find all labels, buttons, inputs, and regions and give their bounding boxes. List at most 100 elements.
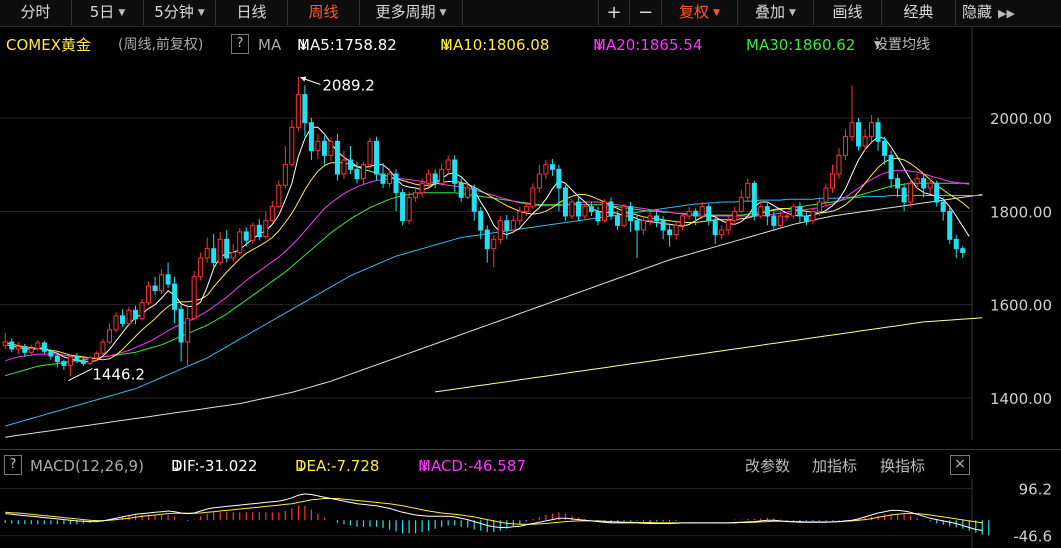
candle — [126, 306, 132, 327]
candle-body — [276, 184, 282, 208]
candle — [263, 211, 269, 239]
macd-chart[interactable]: 96.2 -46.6 — [0, 478, 1061, 548]
candle-body — [341, 159, 347, 175]
candle-body — [61, 361, 67, 366]
candle-body — [334, 140, 340, 175]
candle-body — [465, 187, 471, 198]
candle — [432, 169, 438, 188]
candle — [289, 119, 295, 167]
candle-body — [908, 182, 914, 203]
candle-body — [217, 238, 223, 264]
candle — [575, 197, 581, 221]
candle — [484, 225, 490, 263]
candle — [908, 178, 914, 207]
candle-body — [523, 206, 529, 212]
candle-body — [732, 210, 738, 222]
candle-body — [953, 238, 959, 250]
candle-body — [582, 206, 588, 217]
candle-body — [54, 355, 60, 363]
candle — [712, 216, 718, 244]
candle-body — [380, 173, 386, 184]
candle — [360, 161, 367, 186]
candle-body — [126, 309, 132, 324]
macd-legend: ? MACD(12,26,9) DIF:-31.022 ↓ DEA:-7.728… — [0, 455, 1061, 477]
candle — [243, 227, 249, 247]
candle-body — [198, 257, 204, 278]
candle-body — [478, 210, 484, 231]
candlestick-chart[interactable]: 1400.00 1600.00 1800.00 2000.00 2089.2 1446.2 — [0, 0, 1061, 440]
candle-body — [934, 182, 940, 203]
candle-body — [608, 201, 614, 217]
candle-body — [413, 192, 419, 198]
candle-body — [185, 318, 191, 343]
candle — [921, 174, 927, 198]
candle-body — [869, 122, 875, 138]
candle-body — [146, 285, 152, 304]
candle-body — [771, 215, 777, 226]
candle — [654, 211, 660, 228]
candle-body — [921, 178, 927, 189]
candle-body — [862, 136, 868, 147]
candle — [159, 269, 165, 295]
candle-body — [256, 224, 262, 238]
price-axis-label: 2000.00 — [990, 110, 1052, 128]
candle-body — [328, 140, 334, 156]
candle — [35, 340, 41, 352]
candle-body — [856, 122, 862, 147]
price-axis-label: 1400.00 — [990, 390, 1052, 408]
candle — [321, 135, 327, 165]
candle — [133, 305, 139, 325]
candle-body — [41, 342, 47, 352]
candle-body — [458, 182, 464, 198]
add-indicator-button[interactable]: 加指标 — [812, 455, 857, 477]
arrow-down-icon: ↓ — [171, 457, 184, 475]
ma250-line — [435, 317, 983, 393]
candle-body — [790, 206, 796, 217]
candle — [901, 183, 907, 212]
price-axis-label: 1800.00 — [990, 203, 1052, 221]
candle — [869, 115, 875, 142]
candle — [217, 231, 223, 266]
macd-axis-label: -46.6 — [1013, 528, 1052, 546]
candle — [634, 216, 640, 258]
candle — [738, 189, 744, 214]
candle — [504, 215, 510, 240]
candle-body — [745, 182, 751, 198]
candle-body — [191, 276, 197, 320]
candle-body — [536, 173, 542, 189]
candle-body — [680, 215, 686, 226]
candle-body — [178, 308, 184, 343]
candle — [224, 230, 230, 263]
candle — [836, 147, 842, 179]
candle — [882, 136, 888, 165]
candle-body — [595, 210, 601, 222]
candle-body — [393, 173, 399, 194]
candle-body — [48, 350, 54, 357]
candle-body — [725, 220, 731, 231]
change-params-button[interactable]: 改参数 — [745, 455, 790, 477]
candle-body — [432, 173, 438, 184]
candle — [439, 163, 445, 187]
candle-body — [133, 309, 139, 320]
candle — [790, 203, 796, 219]
candle-body — [87, 357, 93, 364]
candle-body — [35, 342, 41, 350]
candle — [15, 342, 21, 355]
price-axis-label: 1600.00 — [990, 297, 1052, 315]
candle-body — [849, 122, 855, 138]
macd-axis-label: 96.2 — [1019, 481, 1052, 499]
candle-body — [601, 201, 608, 222]
candle — [745, 178, 751, 202]
candle-body — [895, 178, 901, 189]
candle-body — [660, 220, 666, 231]
candle-body — [165, 274, 171, 285]
switch-indicator-button[interactable]: 换指标 — [880, 455, 925, 477]
candle-body — [810, 210, 816, 222]
candle — [191, 271, 197, 321]
candle — [22, 343, 28, 357]
candle — [406, 191, 412, 225]
candle — [67, 355, 73, 377]
candle-body — [106, 329, 112, 343]
candle — [588, 202, 594, 216]
candle-body — [119, 315, 126, 324]
